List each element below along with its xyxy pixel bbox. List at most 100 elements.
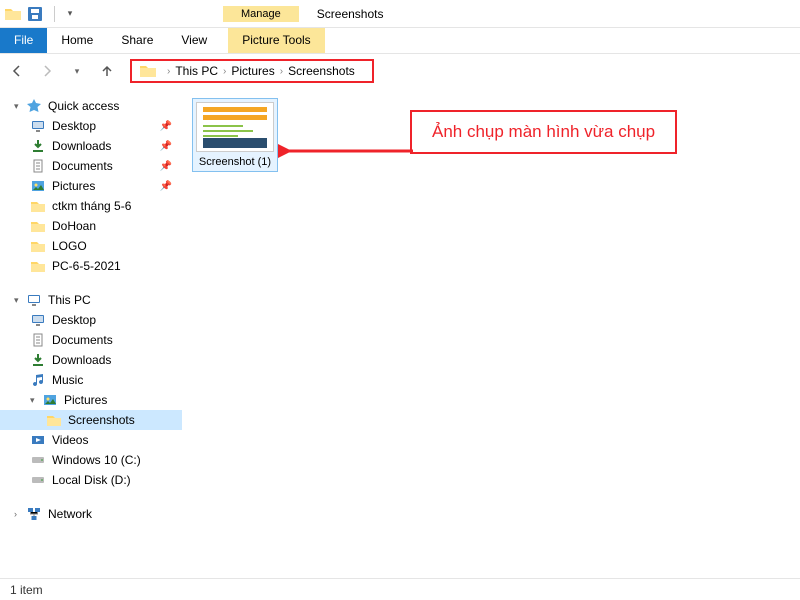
breadcrumb-bar[interactable]: › This PC › Pictures › Screenshots: [130, 59, 374, 83]
sidebar-item-downloads[interactable]: Downloads 📌: [0, 136, 182, 156]
save-icon[interactable]: [26, 5, 44, 23]
sidebar-item-screenshots[interactable]: Screenshots: [0, 410, 182, 430]
sidebar-quick-access[interactable]: ▾ Quick access: [0, 96, 182, 116]
sidebar-item-label: Pictures: [64, 393, 107, 407]
file-item[interactable]: Screenshot (1): [192, 98, 278, 172]
sidebar-item-label: Windows 10 (C:): [52, 453, 141, 467]
sidebar-item-ctkm-th-ng-5-6[interactable]: ctkm tháng 5-6: [0, 196, 182, 216]
chevron-right-icon[interactable]: ›: [223, 66, 226, 77]
music-icon: [30, 372, 46, 388]
sidebar-item-local-disk-d-[interactable]: Local Disk (D:): [0, 470, 182, 490]
forward-button[interactable]: [36, 60, 58, 82]
tab-view[interactable]: View: [167, 28, 221, 53]
chevron-down-icon[interactable]: ▾: [14, 295, 24, 306]
this-pc-label: This PC: [48, 293, 91, 307]
tab-file[interactable]: File: [0, 28, 47, 53]
nav-row: ▾ › This PC › Pictures › Screenshots: [0, 54, 800, 88]
sidebar-item-dohoan[interactable]: DoHoan: [0, 216, 182, 236]
recent-dropdown[interactable]: ▾: [66, 60, 88, 82]
breadcrumb-item[interactable]: Pictures: [231, 64, 274, 78]
divider: [54, 6, 55, 22]
folder-icon: [46, 412, 62, 428]
desktop-icon: [30, 118, 46, 134]
sidebar: ▾ Quick access Desktop📌Downloads📌Documen…: [0, 88, 182, 578]
drive-icon: [30, 472, 46, 488]
sidebar-item-desktop[interactable]: Desktop 📌: [0, 116, 182, 136]
contextual-tab-label: Manage: [223, 6, 299, 22]
sidebar-item-label: ctkm tháng 5-6: [52, 199, 131, 213]
sidebar-item-label: Downloads: [52, 353, 111, 367]
dropdown-icon[interactable]: ▾: [61, 5, 79, 23]
sidebar-network[interactable]: › Network: [0, 504, 182, 524]
sidebar-item-pc-6-5-2021[interactable]: PC-6-5-2021: [0, 256, 182, 276]
sidebar-item-label: Desktop: [52, 313, 96, 327]
content-area[interactable]: Screenshot (1): [182, 88, 800, 578]
folder-icon: [4, 5, 22, 23]
downloads-icon: [30, 138, 46, 154]
folder-icon: [140, 64, 156, 78]
thumbnail: [196, 102, 274, 152]
sidebar-item-label: Downloads: [52, 139, 111, 153]
sidebar-item-pictures[interactable]: Pictures📌: [0, 176, 182, 196]
sidebar-item-videos[interactable]: Videos: [0, 430, 182, 450]
sidebar-item-downloads[interactable]: Downloads: [0, 350, 182, 370]
chevron-down-icon[interactable]: ▾: [30, 395, 40, 406]
network-label: Network: [48, 507, 92, 521]
network-group: › Network: [0, 504, 182, 524]
documents-icon: [30, 158, 46, 174]
sidebar-item-label: DoHoan: [52, 219, 96, 233]
network-icon: [26, 506, 42, 522]
chevron-right-icon[interactable]: ›: [14, 509, 24, 519]
annotation-text: Ảnh chụp màn hình vừa chụp: [432, 122, 655, 141]
downloads-icon: [30, 352, 46, 368]
chevron-down-icon[interactable]: ▾: [14, 101, 24, 112]
sidebar-item-label: Documents: [52, 333, 113, 347]
annotation-box: Ảnh chụp màn hình vừa chụp: [410, 110, 677, 154]
desktop-icon: [30, 312, 46, 328]
folder-icon: [30, 258, 46, 274]
documents-icon: [30, 332, 46, 348]
pin-icon: 📌: [160, 141, 172, 152]
sidebar-item-label: Pictures: [52, 179, 95, 193]
this-pc-group: ▾ This PC Desktop Documents Downloads Music…: [0, 290, 182, 490]
quick-access-group: ▾ Quick access Desktop📌Downloads📌Documen…: [0, 96, 182, 276]
sidebar-item-pictures[interactable]: ▾ Pictures: [0, 390, 182, 410]
chevron-right-icon[interactable]: ›: [280, 66, 283, 77]
videos-icon: [30, 432, 46, 448]
pin-icon: 📌: [160, 161, 172, 172]
folder-icon: [30, 238, 46, 254]
tab-picture-tools[interactable]: Picture Tools: [228, 28, 324, 53]
sidebar-item-windows-10-c-[interactable]: Windows 10 (C:): [0, 450, 182, 470]
sidebar-item-label: Videos: [52, 433, 88, 447]
chevron-right-icon[interactable]: ›: [167, 66, 170, 77]
sidebar-item-label: Local Disk (D:): [52, 473, 131, 487]
tab-home[interactable]: Home: [47, 28, 107, 53]
sidebar-item-logo[interactable]: LOGO: [0, 236, 182, 256]
arrow-icon: [278, 136, 418, 166]
window-title: Screenshots: [317, 7, 384, 21]
breadcrumb-item[interactable]: Screenshots: [288, 64, 355, 78]
sidebar-item-label: LOGO: [52, 239, 87, 253]
folder-icon: [30, 198, 46, 214]
sidebar-item-label: Screenshots: [68, 413, 135, 427]
pictures-icon: [30, 178, 46, 194]
sidebar-item-desktop[interactable]: Desktop: [0, 310, 182, 330]
sidebar-item-music[interactable]: Music: [0, 370, 182, 390]
sidebar-item-documents[interactable]: Documents 📌: [0, 156, 182, 176]
sidebar-item-label: PC-6-5-2021: [52, 259, 121, 273]
status-bar: 1 item: [0, 578, 800, 600]
pin-icon: 📌: [160, 121, 172, 132]
file-name: Screenshot (1): [196, 156, 274, 168]
star-icon: [26, 98, 42, 114]
sidebar-item-label: Documents: [52, 159, 113, 173]
sidebar-item-documents[interactable]: Documents: [0, 330, 182, 350]
back-button[interactable]: [6, 60, 28, 82]
folder-icon: [30, 218, 46, 234]
ribbon-tabs: File Home Share View Picture Tools: [0, 28, 800, 54]
up-button[interactable]: [96, 60, 118, 82]
sidebar-item-label: Desktop: [52, 119, 96, 133]
pictures-icon: [42, 392, 58, 408]
sidebar-this-pc[interactable]: ▾ This PC: [0, 290, 182, 310]
tab-share[interactable]: Share: [107, 28, 167, 53]
breadcrumb-item[interactable]: This PC: [175, 64, 218, 78]
